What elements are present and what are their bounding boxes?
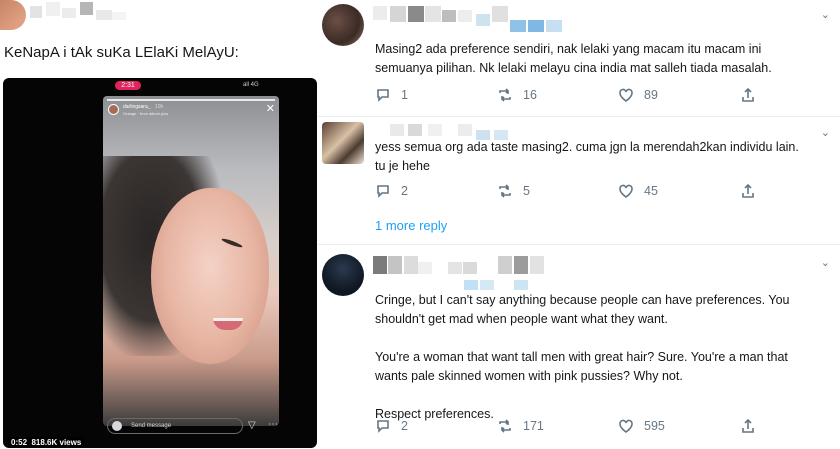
retweet-button[interactable]: 171 <box>497 418 544 434</box>
tweet-text: KeNapA i tAk suKa LElaKi MelAyU: <box>4 44 239 61</box>
retweet-button[interactable]: 16 <box>497 87 537 103</box>
like-button[interactable]: 595 <box>618 418 665 434</box>
video-time-badge: 0:52 818.6K views <box>8 437 85 448</box>
send-message-input[interactable]: Send message <box>107 418 243 434</box>
video-player[interactable]: 2:31 all 4G darlingsara_ 10h Orange · fr… <box>3 78 317 448</box>
reply-button[interactable]: 2 <box>375 183 408 199</box>
retweet-icon <box>499 88 511 102</box>
send-message-placeholder: Send message <box>131 423 172 429</box>
reply-button[interactable]: 2 <box>375 418 408 434</box>
share-button[interactable] <box>740 87 766 103</box>
share-icon <box>742 418 754 433</box>
close-icon[interactable]: ✕ <box>266 102 275 115</box>
divider <box>318 244 840 245</box>
camera-icon[interactable] <box>112 421 122 431</box>
share-button[interactable] <box>740 418 766 434</box>
avatar[interactable] <box>322 4 364 46</box>
show-more-replies-link[interactable]: 1 more reply <box>375 218 447 233</box>
face-shape <box>151 188 269 364</box>
original-tweet: KeNapA i tAk suKa LElaKi MelAyU: 2:31 al… <box>0 0 320 449</box>
avatar[interactable] <box>0 0 26 30</box>
share-icon <box>742 87 754 102</box>
like-button[interactable]: 89 <box>618 87 658 103</box>
reply-text: yess semua org ada taste masing2. cuma j… <box>375 140 799 173</box>
retweet-icon <box>499 419 511 433</box>
divider <box>318 116 840 117</box>
reply-icon <box>377 185 389 198</box>
replies-panel: ⌄ Masing2 ada preference sendiri, nak le… <box>318 0 840 449</box>
action-bar: 1 16 89 <box>375 87 795 103</box>
screen-record-timer: 2:31 <box>115 81 141 90</box>
more-icon[interactable]: ⋯ <box>268 419 278 430</box>
heart-icon <box>619 184 633 198</box>
retweet-icon <box>499 184 511 198</box>
reply-icon <box>377 89 389 102</box>
action-bar: 2 171 595 <box>375 418 795 434</box>
avatar[interactable] <box>322 254 364 296</box>
heart-icon <box>619 88 633 102</box>
reply-icon <box>377 420 389 433</box>
action-bar: 2 5 45 <box>375 183 795 199</box>
share-button[interactable] <box>740 183 766 199</box>
retweet-button[interactable]: 5 <box>497 183 530 199</box>
story-subtitle: Orange · from album pics <box>123 111 169 116</box>
instagram-story: darlingsara_ 10h Orange · from album pic… <box>103 96 279 426</box>
story-username: darlingsara_ 10h <box>123 104 164 110</box>
story-progress-bar <box>107 99 275 101</box>
direct-send-icon[interactable]: ▽ <box>248 420 256 431</box>
reply-button[interactable]: 1 <box>375 87 408 103</box>
share-icon <box>742 183 754 198</box>
chevron-down-icon[interactable]: ⌄ <box>821 256 830 269</box>
phone-status: all 4G <box>243 82 259 88</box>
reply-text: Cringe, but I can't say anything because… <box>375 293 790 421</box>
heart-icon <box>619 419 633 433</box>
like-button[interactable]: 45 <box>618 183 658 199</box>
story-avatar <box>108 104 119 115</box>
reply-text: Masing2 ada preference sendiri, nak lela… <box>375 42 772 75</box>
avatar[interactable] <box>322 122 364 164</box>
chevron-down-icon[interactable]: ⌄ <box>821 8 830 21</box>
